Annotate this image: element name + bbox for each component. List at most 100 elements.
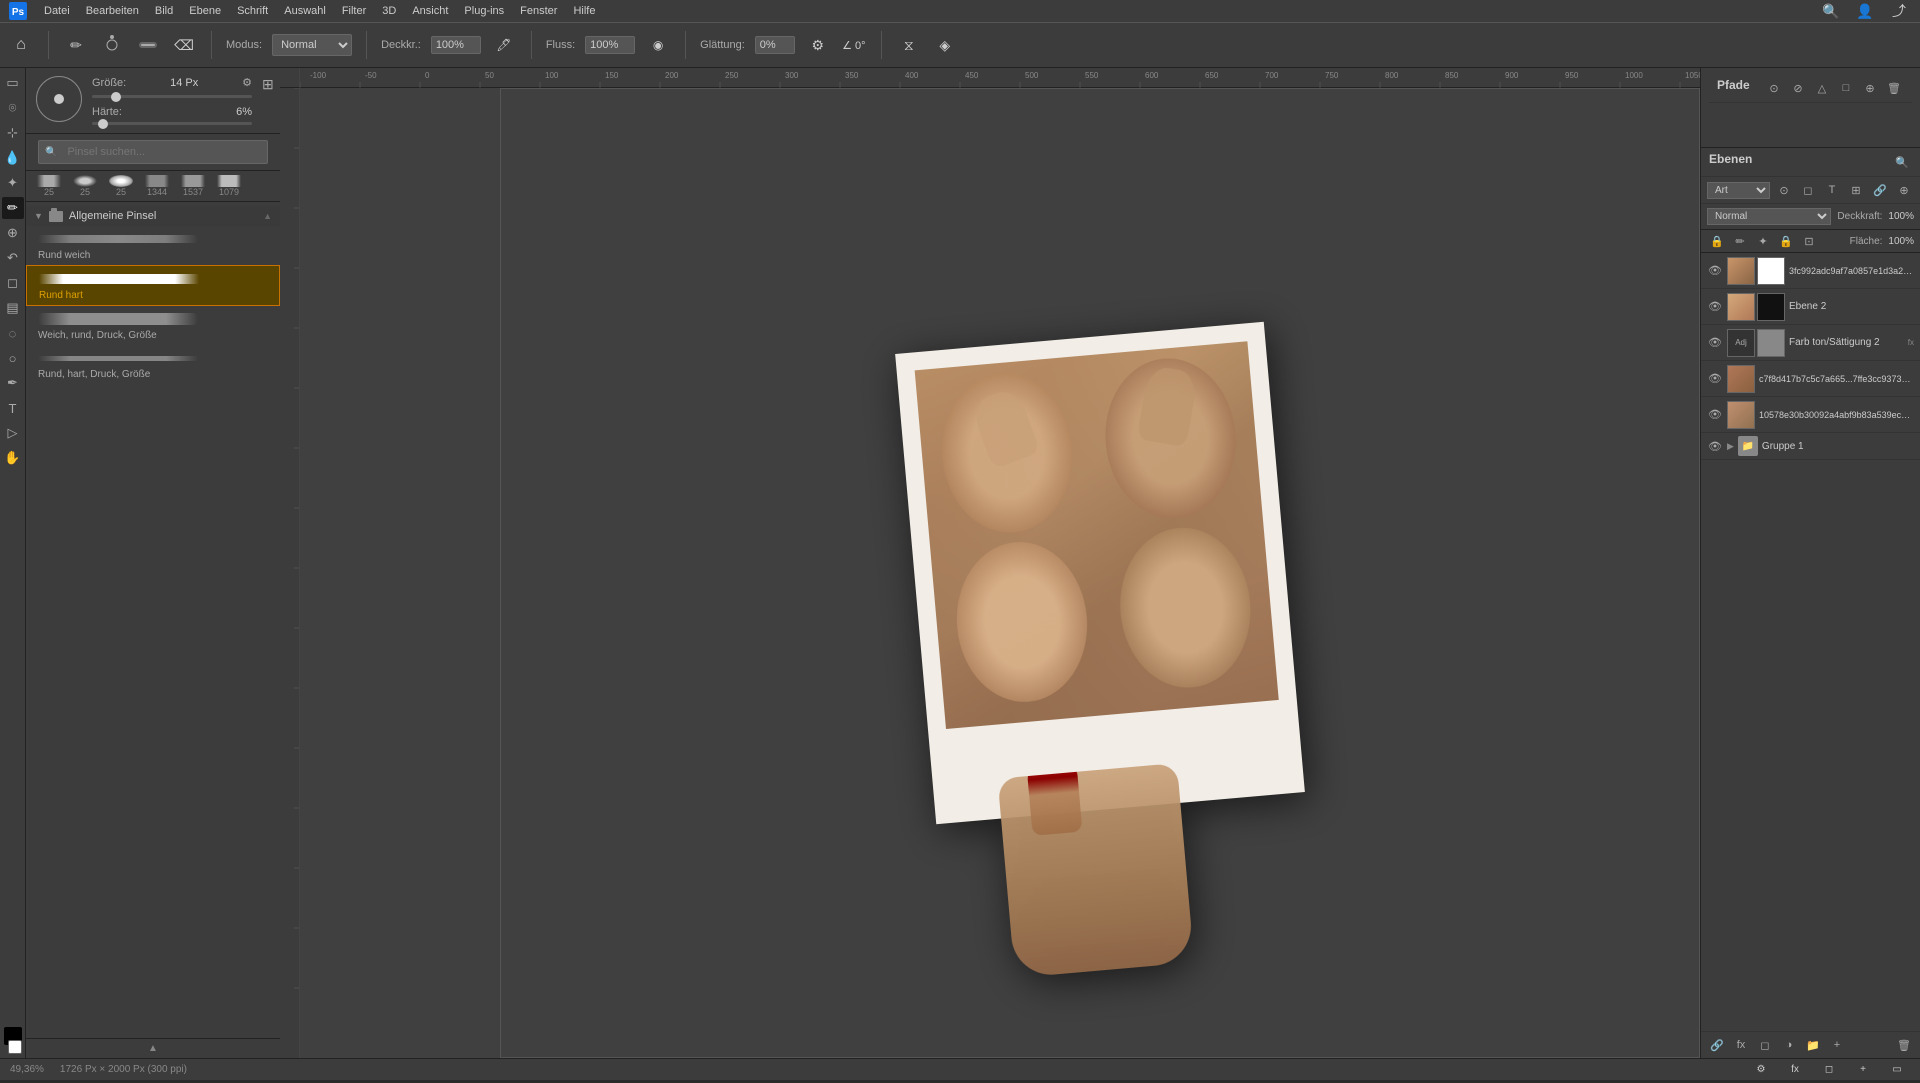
menu-auswahl[interactable]: Auswahl [284,5,326,17]
layer-item-2[interactable]: 👁 Ebene 2 [1701,289,1920,325]
layer-eye-3[interactable]: 👁 [1707,335,1723,351]
layers-search-icon[interactable]: 🔍 [1892,153,1912,171]
healing-tool[interactable]: ✦ [2,172,24,194]
history-brush-tool[interactable]: ↶ [2,247,24,269]
symmetry-icon[interactable]: ⧖ [896,32,922,58]
pen-tool[interactable]: ✒ [2,372,24,394]
preset-brush5-icon[interactable]: 1537 [178,175,208,197]
deckkraft-input[interactable] [431,36,481,54]
layer-delete-btn[interactable]: 🗑 [1894,1036,1914,1054]
art-icon1[interactable]: ⊙ [1774,181,1794,199]
brush-erase-icon[interactable]: ⌫ [171,32,197,58]
layer-lock-all[interactable]: 🔒 [1776,232,1796,250]
text-tool[interactable]: T [2,397,24,419]
art-icon4[interactable]: ⊞ [1846,181,1866,199]
mode-select[interactable]: Normal [272,34,352,56]
status-icon4[interactable]: + [1850,1057,1876,1083]
menu-plugins[interactable]: Plug-ins [464,5,504,17]
menu-ebene[interactable]: Ebene [189,5,221,17]
brush-tool[interactable]: ✏ [2,197,24,219]
art-select[interactable]: Art [1707,182,1770,199]
layer-item-4[interactable]: 👁 c7f8d417b7c5c7a665...7ffe3cc93734 Kopi… [1701,361,1920,397]
blur-tool[interactable]: ◌ [2,322,24,344]
menu-datei[interactable]: Datei [44,5,70,17]
menu-schrift[interactable]: Schrift [237,5,268,17]
brush-size-icon[interactable] [99,32,125,58]
layer-eye-2[interactable]: 👁 [1707,299,1723,315]
hand-tool[interactable]: ✋ [2,447,24,469]
glattung-options-btn[interactable]: ⚙ [805,32,831,58]
menu-ansicht[interactable]: Ansicht [412,5,448,17]
layer-eye-4[interactable]: 👁 [1707,371,1723,387]
art-icon3[interactable]: T [1822,181,1842,199]
paths-icon1[interactable]: ⊙ [1764,79,1784,97]
brush-group-header[interactable]: ▼ Allgemeine Pinsel ▲ [26,206,280,226]
paths-icon5[interactable]: ⊕ [1860,79,1880,97]
brush-tool-btn[interactable]: ✏ [63,32,89,58]
status-icon2[interactable]: fx [1782,1057,1808,1083]
layer-eye-1[interactable]: 👁 [1707,263,1723,279]
status-icon5[interactable]: ▭ [1884,1057,1910,1083]
preset-brush2-icon[interactable]: 25 [70,175,100,197]
gradient-tool[interactable]: ▤ [2,297,24,319]
menu-filter[interactable]: Filter [342,5,366,17]
layer-group-btn[interactable]: 📁 [1803,1036,1823,1054]
eyedropper-tool[interactable]: 💧 [2,147,24,169]
share-icon[interactable]: ⤴ [1886,0,1912,24]
paths-icon2[interactable]: ⊘ [1788,79,1808,97]
home-button[interactable]: ⌂ [8,32,34,58]
brush-mode-icon[interactable] [135,32,161,58]
workspace[interactable] [300,88,1700,1058]
layer-eye-5[interactable]: 👁 [1707,407,1723,423]
extra-options-btn[interactable]: ◈ [932,32,958,58]
art-icon5[interactable]: 🔗 [1870,181,1890,199]
layer-lock-transparency[interactable]: 🔒 [1707,232,1727,250]
paths-icon3[interactable]: △ [1812,79,1832,97]
paths-icon4[interactable]: □ [1836,79,1856,97]
shape-tool[interactable]: ▷ [2,422,24,444]
clone-tool[interactable]: ⊕ [2,222,24,244]
dodge-tool[interactable]: ○ [2,347,24,369]
brush-item-rund-weich[interactable]: Rund weich [26,226,280,265]
menu-bearbeiten[interactable]: Bearbeiten [86,5,139,17]
background-color[interactable] [8,1040,22,1054]
layer-lock-position[interactable]: ✦ [1753,232,1773,250]
layer-adjustment-btn[interactable]: ◑ [1779,1036,1799,1054]
crop-tool[interactable]: ⊹ [2,122,24,144]
art-icon2[interactable]: ◻ [1798,181,1818,199]
layer-link-btn[interactable]: 🔗 [1707,1036,1727,1054]
layer-item-5[interactable]: 👁 10578e30b30092a4abf9b83a539ecdd8 Kopie [1701,397,1920,433]
glattung-input[interactable] [755,36,795,54]
select-tool[interactable]: ▭ [2,72,24,94]
status-icon3[interactable]: ◻ [1816,1057,1842,1083]
user-icon[interactable]: 👤 [1852,0,1878,24]
menu-hilfe[interactable]: Hilfe [573,5,595,17]
status-icon1[interactable]: ⚙ [1748,1057,1774,1083]
layer-group-1[interactable]: 👁 ▶ 📁 Gruppe 1 [1701,433,1920,460]
brush-item-rund-hart-druck[interactable]: Rund, hart, Druck, Größe [26,345,280,384]
preset-brush3-icon[interactable]: 25 [106,175,136,197]
preset-brush4-icon[interactable]: 1344 [142,175,172,197]
menu-bild[interactable]: Bild [155,5,173,17]
layer-new-btn[interactable]: + [1827,1036,1847,1054]
panel-options-btn[interactable]: ⊞ [262,76,274,93]
menu-fenster[interactable]: Fenster [520,5,557,17]
preset-brush6-icon[interactable]: 1079 [214,175,244,197]
airbrush-icon[interactable]: ◉ [645,32,671,58]
brush-settings-btn[interactable]: ⚙ [242,76,252,89]
brush-search-input[interactable] [61,143,261,161]
brush-item-weich-rund[interactable]: Weich, rund, Druck, Größe [26,306,280,345]
fluss-input[interactable] [585,36,635,54]
layer-mask-btn[interactable]: ◻ [1755,1036,1775,1054]
lasso-tool[interactable]: ⌾ [2,97,24,119]
preset-all-icon[interactable]: 25 [34,175,64,197]
art-icon6[interactable]: ⊕ [1894,181,1914,199]
search-icon[interactable]: 🔍 [1818,0,1844,24]
eraser-tool[interactable]: ◻ [2,272,24,294]
layer-eye-group[interactable]: 👁 [1707,438,1723,454]
brush-item-rund-hart[interactable]: Rund hart [26,265,280,306]
layer-item-1[interactable]: 👁 3fc992adc9af7a0857e1d3a245361ec1 [1701,253,1920,289]
paths-icon6[interactable]: 🗑 [1884,79,1904,97]
layer-item-3[interactable]: 👁 Adj Farb ton/Sättigung 2 fx [1701,325,1920,361]
menu-3d[interactable]: 3D [382,5,396,17]
